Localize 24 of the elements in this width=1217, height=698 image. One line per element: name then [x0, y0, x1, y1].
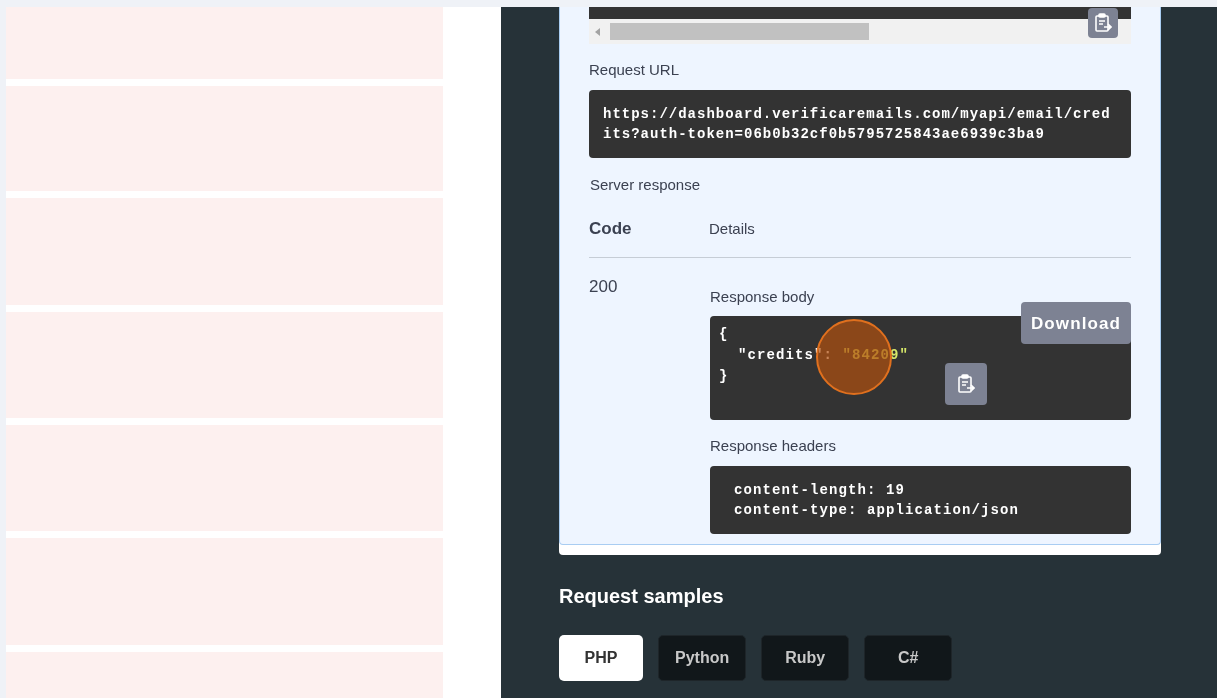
- column-header: Details: [709, 219, 755, 239]
- scroll-left-icon[interactable]: [595, 27, 600, 36]
- column-header: Code: [589, 218, 633, 240]
- section-title: Request samples: [559, 583, 725, 609]
- language-tab[interactable]: Ruby: [761, 634, 850, 681]
- horizontal-scrollbar[interactable]: [589, 19, 1131, 44]
- copy-button[interactable]: [945, 363, 987, 405]
- code-line: }: [719, 367, 729, 386]
- scrollbar-thumb[interactable]: [610, 23, 869, 40]
- status-code: 200: [589, 275, 619, 298]
- code-block: https://dashboard.verificaremails.com/myapi/email/credits?auth-token=06b0b32cf0b5795725843ae6939c3ba9: [589, 89, 1131, 158]
- clipboard-icon: [1094, 13, 1112, 33]
- clipboard-icon: [957, 374, 975, 394]
- section-label: Response headers: [710, 436, 837, 456]
- language-tab[interactable]: C#: [864, 634, 953, 681]
- download-button[interactable]: Download: [1021, 302, 1131, 344]
- language-tab[interactable]: Python: [658, 634, 747, 681]
- section-label: Request URL: [589, 60, 681, 80]
- code-line: {: [719, 325, 729, 344]
- language-tab[interactable]: PHP: [559, 634, 643, 681]
- code-block: content-length: 19 content-type: application/json: [710, 465, 1131, 534]
- copy-button[interactable]: [1088, 8, 1118, 38]
- section-label: Response body: [710, 286, 816, 307]
- section-label: Server response: [590, 174, 702, 195]
